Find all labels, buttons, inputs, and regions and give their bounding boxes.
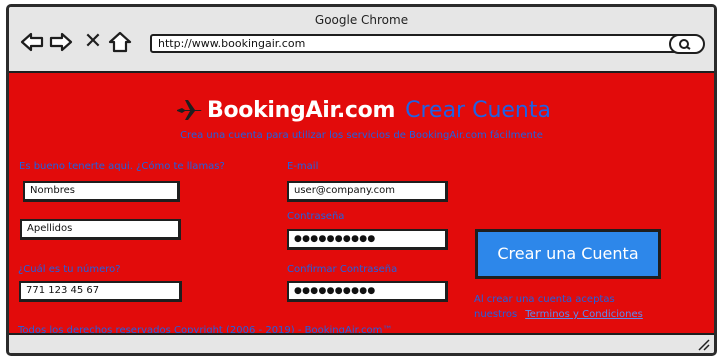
confirm-password-label: Confirmar Contraseña bbox=[287, 264, 398, 275]
status-bar bbox=[9, 333, 714, 353]
terms-line-2: nuestros Terminos y Condiciones bbox=[474, 307, 643, 322]
home-icon[interactable] bbox=[108, 31, 132, 53]
phone-field[interactable]: 771 123 45 67 bbox=[19, 281, 182, 302]
url-bar[interactable]: http://www.bookingair.com bbox=[150, 34, 690, 53]
terms-prefix: nuestros bbox=[474, 309, 518, 320]
page-subtitle: Crea una cuenta para utilizar los servic… bbox=[180, 130, 543, 141]
email-field[interactable]: user@company.com bbox=[287, 181, 448, 202]
forward-arrow-icon[interactable] bbox=[49, 31, 73, 53]
signup-page: BookingAir.com Crear Cuenta Crea una cue… bbox=[9, 71, 714, 336]
browser-window: Google Chrome ✕ http://www.bookingair.co… bbox=[6, 4, 717, 356]
brand-header: BookingAir.com Crear Cuenta bbox=[176, 95, 551, 125]
terms-link[interactable]: Terminos y Condiciones bbox=[525, 309, 643, 320]
password-field[interactable]: ●●●●●●●●●● bbox=[287, 229, 448, 250]
name-prompt-label: Es bueno tenerte aqui. ¿Cómo te llamas? bbox=[19, 161, 225, 172]
password-label: Contraseña bbox=[287, 211, 345, 222]
email-label: E-mail bbox=[287, 161, 319, 172]
search-button[interactable] bbox=[669, 34, 705, 54]
page-title: Crear Cuenta bbox=[405, 97, 551, 123]
terms-line-1: Al crear una cuenta aceptas bbox=[474, 294, 615, 305]
window-title: Google Chrome bbox=[314, 13, 409, 27]
search-icon bbox=[679, 39, 691, 50]
browser-titlebar: Google Chrome ✕ http://www.bookingair.co… bbox=[9, 7, 714, 71]
confirm-password-field[interactable]: ●●●●●●●●●● bbox=[287, 281, 448, 302]
phone-label: ¿Cuál es tu número? bbox=[18, 264, 121, 275]
terms-notice: Al crear una cuenta aceptas nuestros Term… bbox=[474, 292, 643, 322]
back-arrow-icon[interactable] bbox=[20, 31, 44, 53]
brand-name: BookingAir.com bbox=[207, 97, 396, 123]
last-name-field[interactable]: Apellidos bbox=[20, 219, 181, 240]
close-icon[interactable]: ✕ bbox=[80, 29, 106, 55]
plane-icon bbox=[177, 100, 202, 120]
first-name-field[interactable]: Nombres bbox=[23, 181, 180, 202]
resize-grip-icon[interactable] bbox=[696, 337, 710, 351]
create-account-button[interactable]: Crear una Cuenta bbox=[475, 229, 661, 279]
